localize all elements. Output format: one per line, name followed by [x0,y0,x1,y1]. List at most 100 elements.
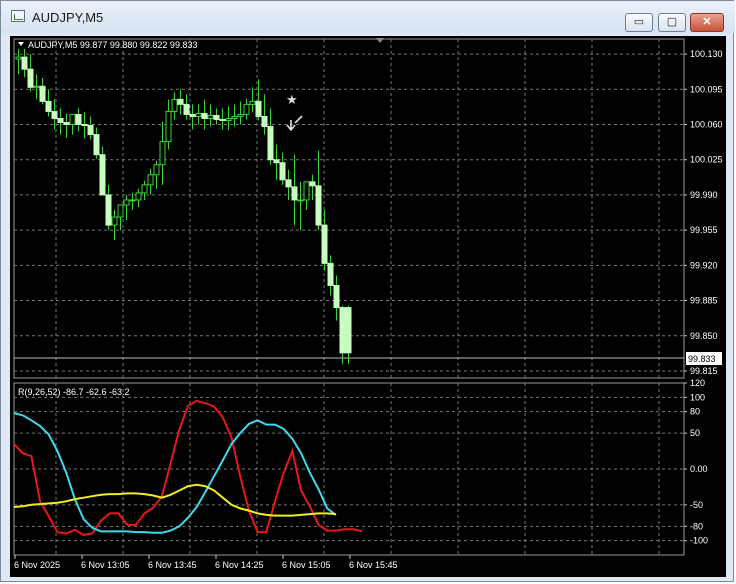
price-tick-label: 99.850 [690,331,718,341]
candle-body [207,114,214,119]
candle-body [105,194,112,226]
maximize-button[interactable]: ▢ [658,13,686,32]
star-object-icon[interactable]: ★ [286,92,298,107]
time-tick-label: 6 Nov 2025 [14,560,60,570]
chart-window: AUDJPY,M5 ▭ ▢ ✕ 100.130 100.095 100.060 100… [0,0,735,582]
candle-body [183,103,190,115]
time-tick-label: 6 Nov 15:05 [282,560,331,570]
candle-body [51,110,58,119]
time-tick-label: 6 Nov 13:45 [148,560,197,570]
indicator-tick-label: 120 [690,378,705,388]
price-tick-label: 99.920 [690,260,718,270]
candle-body [165,110,172,143]
time-axis: 6 Nov 2025 6 Nov 13:05 6 Nov 13:45 6 Nov 14… [14,555,398,570]
indicator-tick-label: -50 [690,500,703,510]
candle-body [255,100,262,117]
price-tick-label: 99.955 [690,225,718,235]
candle-body [33,85,40,88]
minimize-button[interactable]: ▭ [625,13,653,32]
price-tick-label: 100.060 [690,120,723,130]
candle-body [315,185,322,226]
indicator-axis: 120 100 80 50 0.00 -50 -80 -100 [684,378,708,546]
candle-body [171,98,178,112]
candle-body [99,154,106,196]
candle-body [15,56,22,60]
candle-body [117,204,124,218]
chart-area[interactable]: 100.130 100.095 100.060 100.025 99.990 99.955… [10,36,726,577]
candle-body [267,126,274,161]
candle-body [345,307,352,354]
candle-body [225,117,232,121]
candle-body [57,117,64,123]
candle-body [213,114,220,120]
indicator-pane[interactable]: 120 100 80 50 0.00 -50 -80 -100 R(9,26,52) -86.… [13,378,708,556]
price-pane[interactable]: 100.130 100.095 100.060 100.025 99.990 99.955… [13,38,723,379]
candle-body [153,164,160,176]
price-tick-label: 99.990 [690,190,718,200]
chart-header: AUDJPY,M5 99.877 99.880 99.822 99.833 [28,40,197,50]
chart-window-icon [11,10,25,22]
candle-body [141,184,148,194]
candle-body [27,68,34,88]
price-tick-label: 99.885 [690,296,718,306]
time-tick-label: 6 Nov 14:25 [215,560,264,570]
candle-body [75,113,82,126]
candle-body [309,181,316,187]
chart-canvas[interactable]: 100.130 100.095 100.060 100.025 99.990 99.955… [10,36,726,577]
candle-body [273,159,280,164]
candle-body [93,134,100,156]
indicator-tick-label: 100 [690,392,705,402]
time-tick-label: 6 Nov 13:05 [81,560,130,570]
candle-body [123,199,130,206]
candle-body [177,98,184,105]
indicator-label: R(9,26,52) -86.7 -62.6 -63.2 [18,387,130,397]
price-tick-label: 100.095 [690,84,723,94]
candle-body [147,174,154,186]
indicator-tick-label: 50 [690,428,700,438]
candle-body [135,192,142,201]
indicator-slow-line [13,483,336,517]
window-title: AUDJPY,M5 [32,10,104,25]
candle-body [219,118,226,121]
candle-body [303,181,310,201]
candle-body [21,56,28,70]
candle-body [231,115,238,119]
shift-marker-icon[interactable] [376,38,384,43]
candles [15,49,352,364]
candle-body [291,186,298,201]
candle-body [195,112,202,117]
close-button[interactable]: ✕ [690,13,724,32]
candle-body [129,199,136,202]
indicator-tick-label: 0.00 [690,464,708,474]
candle-body [39,85,46,102]
candle-body [339,307,346,354]
indicator-tick-label: -80 [690,521,703,531]
price-tick-label: 99.815 [690,366,718,376]
candle-body [201,112,208,119]
candle-body [261,115,268,128]
candle-body [237,113,244,117]
price-axis: 100.130 100.095 100.060 100.025 99.990 99.955… [684,49,723,376]
candle-body [279,162,286,181]
candle-body [159,141,166,166]
title-bar[interactable]: AUDJPY,M5 ▭ ▢ ✕ [1,1,735,33]
indicator-tick-label: -100 [690,536,708,546]
candle-body [243,103,250,115]
candle-body [321,224,328,264]
sell-arrow-icon[interactable] [286,115,303,132]
price-tick-label: 100.025 [690,155,723,165]
candle-body [327,262,334,286]
candle-body [285,179,292,188]
candle-body [249,100,256,105]
candle-body [63,121,70,126]
candle-body [333,284,340,309]
candle-body [111,216,118,226]
current-price-label: 99.833 [686,352,722,365]
candle-body [81,124,88,127]
menu-triangle-icon[interactable] [18,42,24,46]
indicator-tick-label: 80 [690,407,700,417]
candle-body [87,125,94,136]
price-tick-label: 100.130 [690,49,723,59]
candle-body [297,199,304,202]
candle-body [69,113,76,126]
